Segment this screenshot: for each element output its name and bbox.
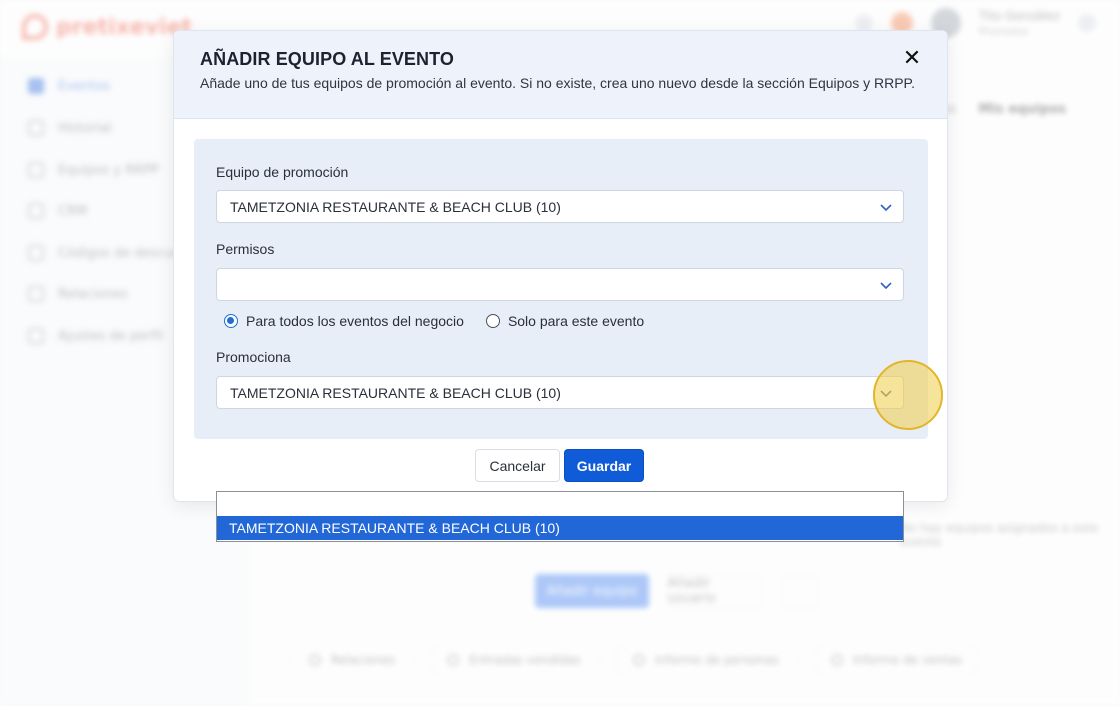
- promotes-dropdown-list: TAMETZONIA RESTAURANTE & BEACH CLUB (10): [216, 491, 904, 542]
- close-icon[interactable]: ✕: [901, 46, 923, 71]
- save-button[interactable]: Guardar: [564, 449, 644, 482]
- permissions-select[interactable]: [216, 268, 904, 301]
- radio-label: Para todos los eventos del negocio: [246, 313, 464, 329]
- promotes-select-value: TAMETZONIA RESTAURANTE & BEACH CLUB (10): [230, 384, 561, 401]
- form-panel: Equipo de promoción TAMETZONIA RESTAURAN…: [194, 139, 943, 439]
- modal-header: AÑADIR EQUIPO AL EVENTO Añade uno de tus…: [174, 31, 947, 119]
- chevron-down-icon: [880, 279, 892, 291]
- team-select-value: TAMETZONIA RESTAURANTE & BEACH CLUB (10): [230, 198, 561, 215]
- promotes-select[interactable]: TAMETZONIA RESTAURANTE & BEACH CLUB (10): [216, 376, 904, 409]
- team-label: Equipo de promoción: [216, 164, 349, 180]
- chevron-down-icon: [880, 387, 892, 399]
- modal-title: AÑADIR EQUIPO AL EVENTO: [200, 49, 455, 69]
- radio-all-events[interactable]: Para todos los eventos del negocio: [224, 313, 464, 329]
- chevron-down-icon: [880, 201, 892, 213]
- permissions-label: Permisos: [216, 241, 275, 257]
- dropdown-option-empty[interactable]: [217, 492, 903, 516]
- modal-actions: Cancelar Guardar: [475, 449, 644, 482]
- scope-radio-group: Para todos los eventos del negocio Solo …: [224, 313, 644, 329]
- dropdown-option-selected[interactable]: TAMETZONIA RESTAURANTE & BEACH CLUB (10): [217, 516, 903, 540]
- radio-this-event[interactable]: Solo para este evento: [485, 313, 645, 329]
- promotes-label: Promociona: [216, 349, 291, 365]
- modal-subtitle: Añade uno de tus equipos de promoción al…: [200, 75, 915, 91]
- team-select[interactable]: TAMETZONIA RESTAURANTE & BEACH CLUB (10): [216, 190, 904, 223]
- cancel-button[interactable]: Cancelar: [475, 449, 560, 482]
- radio-button-checked[interactable]: [224, 314, 238, 328]
- radio-button[interactable]: [485, 314, 500, 328]
- add-team-modal: AÑADIR EQUIPO AL EVENTO Añade uno de tus…: [173, 30, 948, 502]
- radio-label: Solo para este evento: [507, 313, 645, 329]
